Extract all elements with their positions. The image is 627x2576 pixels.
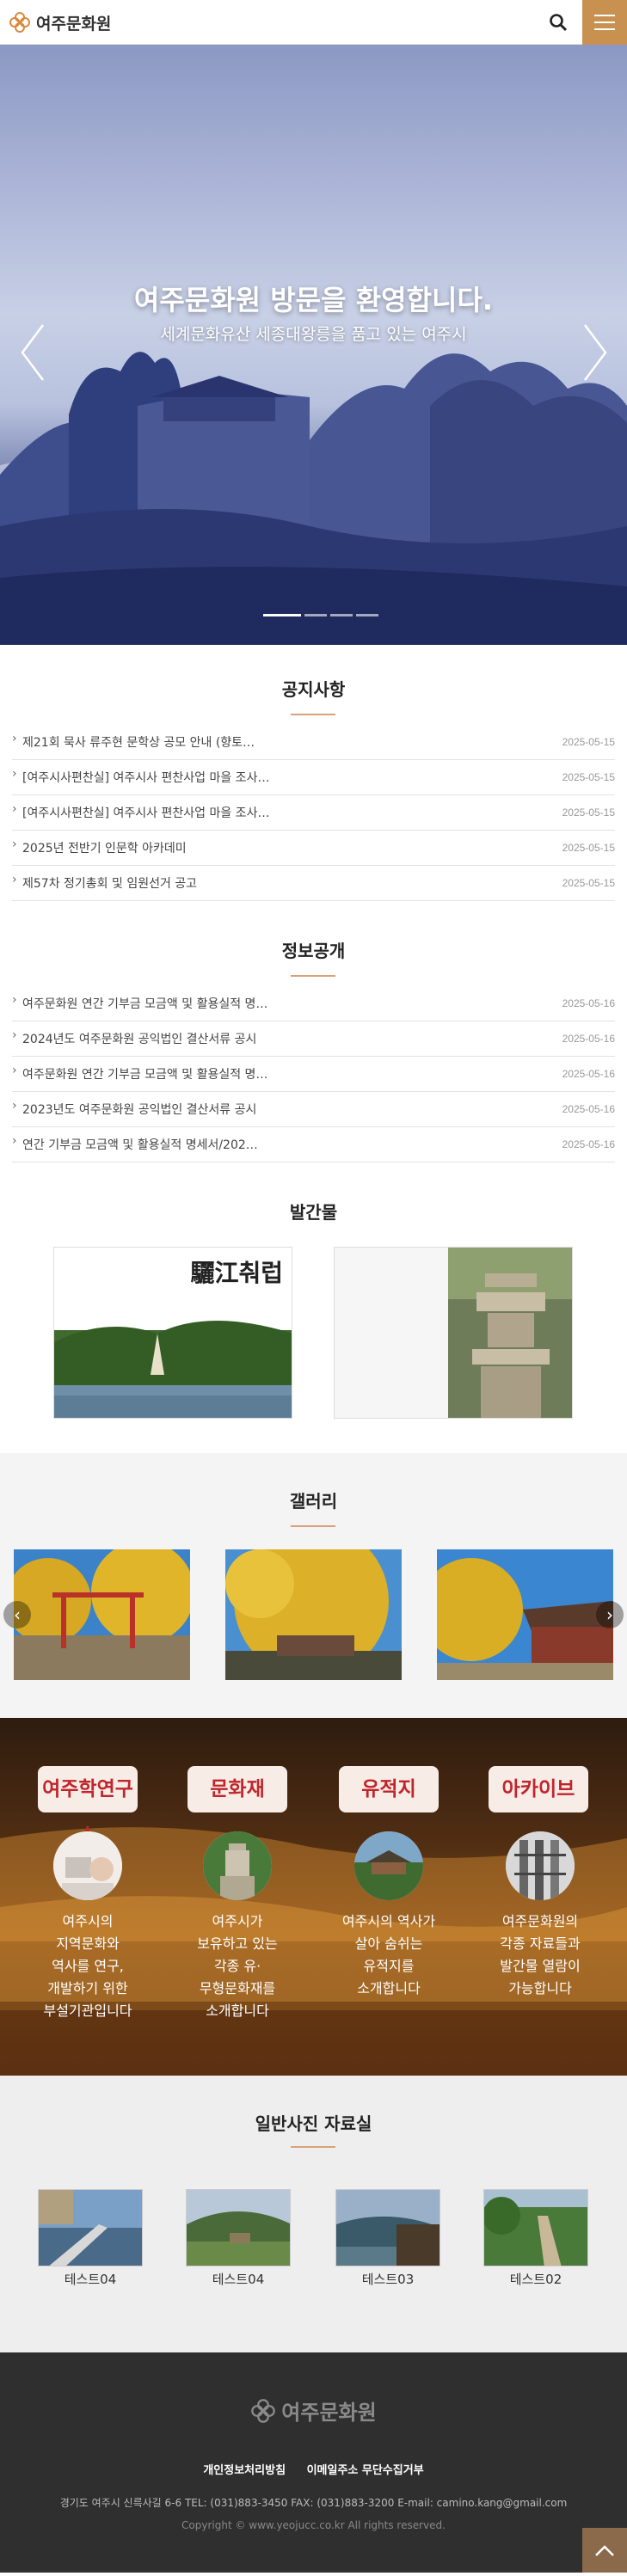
- list-item[interactable]: 연간 기부금 모금액 및 활용실적 명세서/202… 2025-05-16: [12, 1127, 615, 1162]
- category-image[interactable]: [203, 1831, 272, 1900]
- gallery-image[interactable]: [14, 1549, 190, 1680]
- info-item-title[interactable]: 2023년도 여주문화원 공익법인 결산서류 공시: [12, 1099, 256, 1118]
- notice-item-title[interactable]: 제57차 정기총회 및 임원선거 공고: [12, 873, 197, 892]
- info-item-date: 2025-05-16: [562, 1103, 615, 1115]
- slide-indicator[interactable]: [356, 614, 378, 616]
- info-title: 정보공개: [281, 941, 346, 961]
- list-item[interactable]: 여주문화원 연간 기부금 모금액 및 활용실적 명… 2025-05-16: [12, 1057, 615, 1092]
- category-button-historic-sites[interactable]: 유적지: [339, 1766, 439, 1812]
- notice-item-title[interactable]: [여주시사편찬실] 여주시사 편찬사업 마을 조사…: [12, 802, 269, 821]
- email-collection-refusal-link[interactable]: 이메일주소 무단수집거부: [307, 2464, 424, 2477]
- search-icon[interactable]: [548, 12, 569, 33]
- list-item[interactable]: 여주문화원 연간 기부금 모금액 및 활용실적 명… 2025-05-16: [12, 986, 615, 1021]
- info-list: 여주문화원 연간 기부금 모금액 및 활용실적 명… 2025-05-16 202…: [12, 986, 615, 1162]
- list-item[interactable]: 제21회 묵사 류주현 문학상 공모 안내 (향토… 2025-05-15: [12, 725, 615, 760]
- site-header: 여주문화원: [0, 0, 627, 45]
- slide-indicator[interactable]: [304, 614, 327, 616]
- photo-thumbnail[interactable]: [335, 2189, 440, 2266]
- flower-logo-icon: [9, 12, 30, 33]
- photo-label[interactable]: 테스트02: [483, 2270, 588, 2288]
- category-image[interactable]: [354, 1831, 423, 1900]
- category-description: 여주시의 지역문화와 역사를 연구, 개발하기 위한 부설기관입니다: [43, 1913, 132, 2019]
- info-item-title[interactable]: 여주문화원 연간 기부금 모금액 및 활용실적 명…: [12, 993, 267, 1012]
- title-divider: [291, 2146, 335, 2148]
- slide-indicator[interactable]: [330, 614, 353, 616]
- hero-landscape-image: [0, 352, 627, 645]
- footer-logo-text: 여주문화원: [281, 2401, 377, 2425]
- notice-title: 공지사항: [281, 679, 346, 700]
- notice-item-date: 2025-05-15: [562, 807, 615, 819]
- notice-item-date: 2025-05-15: [562, 877, 615, 889]
- category-description: 여주시의 역사가 살아 숨쉬는 유적지를 소개합니다: [341, 1913, 436, 1996]
- gallery-next-button[interactable]: ›: [596, 1601, 624, 1628]
- gallery-prev-button[interactable]: ‹: [3, 1601, 31, 1628]
- hero-subtitle: 세계문화유산 세종대왕릉을 품고 있는 여주시: [160, 325, 467, 344]
- gallery-image[interactable]: [437, 1549, 613, 1680]
- list-item[interactable]: [여주시사편찬실] 여주시사 편찬사업 마을 조사… 2025-05-15: [12, 760, 615, 795]
- site-logo[interactable]: 여주문화원: [9, 10, 111, 34]
- notice-item-date: 2025-05-15: [562, 771, 615, 783]
- info-item-title[interactable]: 여주문화원 연간 기부금 모금액 및 활용실적 명…: [12, 1064, 267, 1083]
- privacy-policy-link[interactable]: 개인정보처리방침: [203, 2464, 286, 2477]
- footer-logo: 여주문화원: [0, 2395, 627, 2426]
- footer-links: 개인정보처리방침 이메일주소 무단수집거부: [0, 2461, 627, 2477]
- info-item-date: 2025-05-16: [562, 1068, 615, 1080]
- category-button-archive[interactable]: 아카이브: [489, 1766, 588, 1812]
- info-item-title[interactable]: 연간 기부금 모금액 및 활용실적 명세서/202…: [12, 1134, 258, 1153]
- slider-pagination: [263, 614, 378, 616]
- notice-item-title[interactable]: 제21회 묵사 류주현 문학상 공모 안내 (향토…: [12, 732, 255, 751]
- list-item[interactable]: 2023년도 여주문화원 공익법인 결산서류 공시 2025-05-16: [12, 1092, 615, 1127]
- chevron-left-icon[interactable]: [15, 318, 50, 387]
- category-description: 여주시가 보유하고 있는 각종 유· 무형문화재를 소개합니다: [197, 1913, 278, 2019]
- hamburger-menu-button[interactable]: [582, 0, 627, 45]
- hero-title: 여주문화원 방문을 환영합니다.: [133, 284, 494, 316]
- footer-address: 경기도 여주시 신륵사길 6-6 TEL: (031)883-3450 FAX:…: [59, 2497, 568, 2509]
- title-divider: [291, 975, 335, 977]
- list-item[interactable]: 2025년 전반기 인문학 아카데미 2025-05-15: [12, 831, 615, 866]
- list-item[interactable]: [여주시사편찬실] 여주시사 편찬사업 마을 조사… 2025-05-15: [12, 795, 615, 831]
- photo-thumbnail[interactable]: [186, 2189, 291, 2266]
- photos-title: 일반사진 자료실: [255, 2113, 372, 2134]
- info-item-date: 2025-05-16: [562, 1033, 615, 1045]
- list-item[interactable]: 2024년도 여주문화원 공익법인 결산서류 공시 2025-05-16: [12, 1021, 615, 1057]
- category-description: 여주문화원의 각종 자료들과 발간물 열람이 가능합니다: [500, 1913, 581, 1996]
- chevron-up-icon: [595, 2545, 614, 2556]
- publication-cover[interactable]: [334, 1247, 573, 1419]
- logo-text: 여주문화원: [36, 14, 112, 34]
- info-item-title[interactable]: 2024년도 여주문화원 공익법인 결산서류 공시: [12, 1028, 256, 1047]
- notice-item-title[interactable]: [여주시사편찬실] 여주시사 편찬사업 마을 조사…: [12, 767, 269, 786]
- hero-slider: 여주문화원 방문을 환영합니다. 세계문화유산 세종대왕릉을 품고 있는 여주시: [0, 45, 627, 645]
- chevron-right-icon[interactable]: [578, 318, 612, 387]
- publication-cover-title: 驪江춰럽: [190, 1259, 283, 1287]
- pubs-title: 발간물: [289, 1202, 338, 1223]
- notice-item-title[interactable]: 2025년 전반기 인문학 아카데미: [12, 837, 187, 856]
- slide-indicator[interactable]: [263, 614, 301, 616]
- footer-copyright: Copyright © www.yeojucc.co.kr All rights…: [181, 2519, 446, 2531]
- flower-logo-icon: [251, 2398, 276, 2423]
- notice-item-date: 2025-05-15: [562, 736, 615, 748]
- gallery-image[interactable]: [225, 1549, 402, 1680]
- scroll-to-top-button[interactable]: [582, 2528, 627, 2573]
- photo-label[interactable]: 테스트03: [335, 2270, 440, 2288]
- photo-label[interactable]: 테스트04: [186, 2270, 291, 2288]
- info-item-date: 2025-05-16: [562, 1138, 615, 1150]
- photo-thumbnail[interactable]: [38, 2189, 143, 2266]
- info-item-date: 2025-05-16: [562, 997, 615, 1009]
- publication-cover[interactable]: 驪江춰럽: [53, 1247, 292, 1419]
- notice-item-date: 2025-05-15: [562, 842, 615, 854]
- title-divider: [291, 714, 335, 715]
- notice-list: 제21회 묵사 류주현 문학상 공모 안내 (향토… 2025-05-15 [여주…: [12, 725, 615, 901]
- gallery-title: 갤러리: [289, 1491, 338, 1512]
- category-button-research[interactable]: 여주학연구소: [38, 1766, 138, 1847]
- photo-thumbnail[interactable]: [483, 2189, 588, 2266]
- category-button-heritage[interactable]: 문화재: [187, 1766, 287, 1812]
- category-image[interactable]: [53, 1831, 122, 1900]
- list-item[interactable]: 제57차 정기총회 및 임원선거 공고 2025-05-15: [12, 866, 615, 901]
- category-image[interactable]: [506, 1831, 575, 1900]
- title-divider: [291, 1525, 335, 1527]
- publication-cover-image: [335, 1248, 572, 1418]
- photo-label[interactable]: 테스트04: [38, 2270, 143, 2288]
